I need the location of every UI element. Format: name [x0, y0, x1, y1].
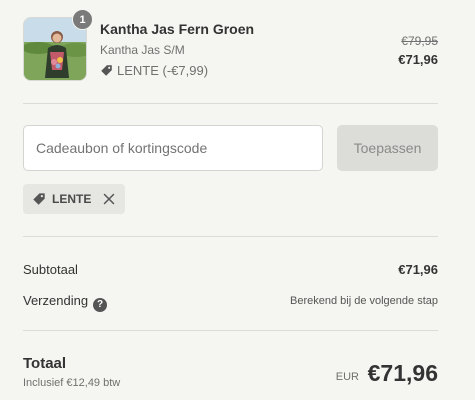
close-icon — [104, 193, 115, 205]
subtotal-label: Subtotaal — [23, 262, 78, 277]
divider — [23, 330, 438, 331]
divider — [23, 236, 438, 237]
currency-code: EUR — [335, 371, 359, 383]
subtotal-value: €71,96 — [398, 262, 438, 277]
shipping-label: Verzending — [23, 293, 89, 308]
applied-discount-tag: LENTE — [23, 184, 125, 214]
applied-code-label: LENTE — [52, 192, 92, 206]
tax-note: Inclusief €12,49 btw — [23, 377, 121, 389]
tag-icon — [33, 193, 45, 205]
apply-button[interactable]: Toepassen — [337, 125, 438, 171]
divider — [23, 103, 438, 104]
product-variant: Kantha Jas S/M — [100, 43, 185, 57]
total-amount: €71,96 — [367, 360, 438, 386]
quantity-badge: 1 — [72, 9, 93, 30]
shipping-value: Berekend bij de volgende stap — [290, 295, 438, 307]
discount-code-input[interactable] — [23, 125, 323, 171]
product-name: Kantha Jas Fern Groen — [100, 21, 255, 37]
line-item: 1 Kantha Jas Fern Groen Kantha Jas S/M L… — [23, 9, 438, 85]
discounted-price: €71,96 — [398, 52, 438, 67]
help-icon[interactable]: ? — [93, 297, 108, 312]
total-label: Totaal — [23, 355, 67, 372]
shipping-row: Verzending? — [23, 293, 108, 312]
product-discount: LENTE (-€7,99) — [100, 63, 208, 78]
product-discount-label: LENTE (-€7,99) — [117, 63, 209, 78]
tag-icon — [101, 65, 112, 76]
original-price: €79,95 — [401, 34, 438, 48]
order-summary: 1 Kantha Jas Fern Groen Kantha Jas S/M L… — [0, 0, 475, 400]
remove-discount-button[interactable] — [103, 193, 115, 205]
